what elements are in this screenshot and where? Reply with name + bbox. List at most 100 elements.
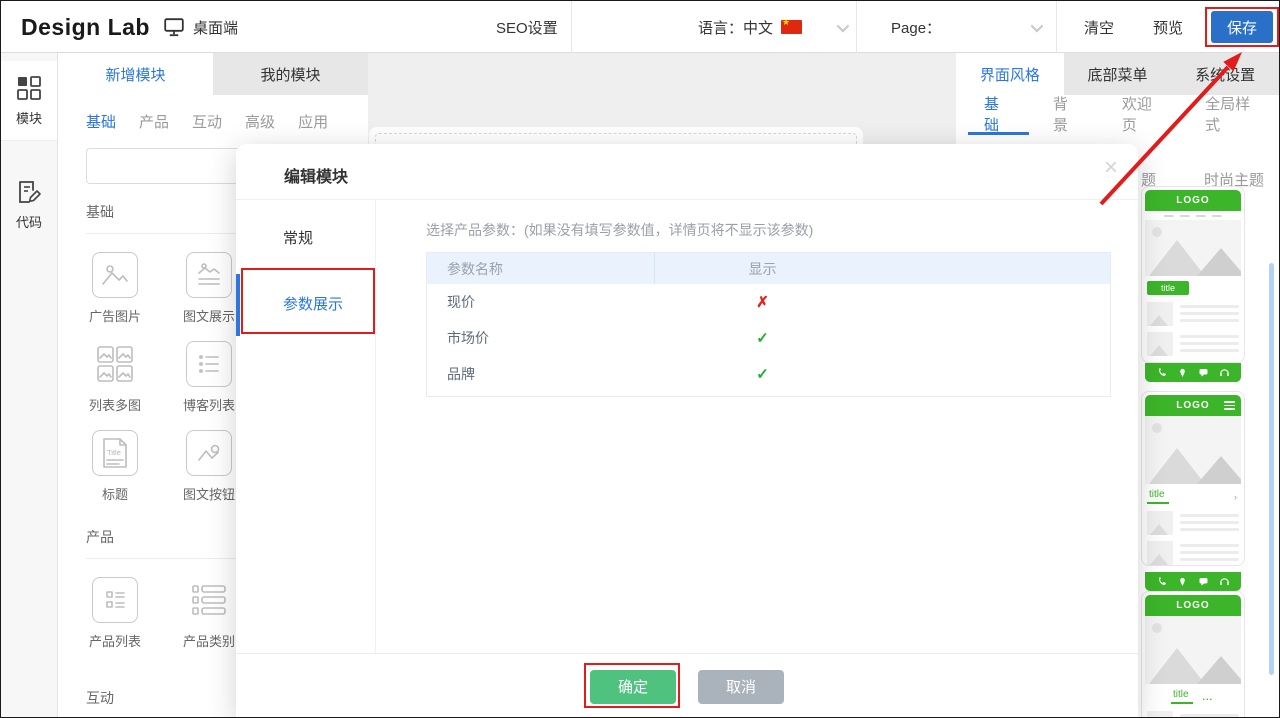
thumb-hero-image (1145, 220, 1241, 276)
module-item-label: 图文展示 (183, 306, 235, 325)
table-header-row: 参数名称 显示 (427, 253, 1110, 284)
style-sub-tabs: 基础 背景 欢迎页 全局样式 (956, 95, 1279, 135)
thumb-list-item (1145, 508, 1241, 538)
monitor-icon (164, 18, 184, 37)
subtab-background[interactable]: 背景 (1037, 95, 1098, 135)
display-toggle-mark[interactable]: ✓ (655, 329, 870, 347)
modal-body: 常规 参数展示 选择产品参数：(如果没有填写参数值，详情页将不显示该参数) 参数… (236, 200, 1138, 653)
language-chevron[interactable] (837, 1, 846, 53)
phone-icon (1156, 576, 1167, 587)
tab-bottom-menu[interactable]: 底部菜单 (1064, 53, 1172, 95)
multi-image-list-icon (96, 345, 134, 383)
category-tab-apps[interactable]: 应用 (298, 111, 328, 132)
sidebar-item-label: 模块 (16, 108, 42, 127)
category-tab-advanced[interactable]: 高级 (245, 111, 275, 132)
chat-icon (1198, 367, 1209, 378)
theme-thumbnail-2[interactable]: LOGO title › (1141, 391, 1245, 566)
category-tab-interaction[interactable]: 互动 (192, 111, 222, 132)
subtab-global-style[interactable]: 全局样式 (1189, 95, 1279, 135)
sidebar-item-label: 代码 (16, 212, 42, 231)
confirm-button[interactable]: 确定 (590, 670, 676, 704)
device-label: 桌面端 (193, 17, 238, 38)
modules-grid-icon (16, 75, 42, 101)
tab-system-settings[interactable]: 系统设置 (1171, 53, 1279, 95)
parameter-name: 现价 (427, 292, 655, 312)
parameter-hint: 选择产品参数：(如果没有填写参数值，详情页将不显示该参数) (426, 220, 1111, 240)
category-tab-product[interactable]: 产品 (139, 111, 169, 132)
module-item-title[interactable]: Title 标题 (68, 430, 162, 503)
modal-tab-parameter-display[interactable]: 参数展示 (236, 274, 375, 336)
page-selector[interactable]: Page： (891, 1, 941, 53)
module-item-label: 博客列表 (183, 395, 235, 414)
tab-interface-style[interactable]: 界面风格 (956, 53, 1064, 95)
thumb-footer-bar (1145, 363, 1241, 382)
chevron-right-icon: › (1234, 492, 1237, 502)
left-icon-sidebar: 模块 代码 (1, 53, 58, 717)
thumb-title: title (1147, 489, 1169, 504)
chat-icon (1198, 576, 1209, 587)
subtab-basic[interactable]: 基础 (968, 95, 1029, 135)
sidebar-item-modules[interactable]: 模块 (1, 61, 57, 141)
seo-settings-button[interactable]: SEO设置 (496, 1, 558, 53)
topbar-divider (856, 1, 857, 53)
display-toggle-mark[interactable]: ✓ (655, 365, 870, 383)
ad-image-icon (100, 260, 130, 290)
title-icon-text: Title (107, 448, 121, 457)
app-screen: Design Lab 桌面端 SEO设置 语言：中文 ★ Page： 清空 预览… (0, 0, 1280, 718)
phone-icon (1156, 367, 1167, 378)
module-item-label: 广告图片 (89, 306, 141, 325)
thumb-title-tag: title (1147, 281, 1189, 295)
module-item-label: 标题 (102, 484, 128, 503)
save-button[interactable]: 保存 (1211, 11, 1273, 43)
module-item-label: 产品列表 (89, 631, 141, 650)
thumb-hero-image (1145, 416, 1241, 484)
right-panel-scrollbar[interactable] (1269, 263, 1274, 675)
display-toggle-mark[interactable]: ✗ (655, 293, 870, 311)
topbar: Design Lab 桌面端 SEO设置 语言：中文 ★ Page： 清空 预览… (1, 1, 1279, 53)
table-row: 市场价 ✓ (427, 320, 1110, 356)
table-row: 品牌 ✓ (427, 356, 1110, 392)
theme-thumbnail-1[interactable]: LOGO title (1141, 186, 1245, 363)
modal-tab-general[interactable]: 常规 (236, 213, 375, 262)
thumb-logo: LOGO (1176, 195, 1209, 206)
device-switcher[interactable]: 桌面端 (164, 1, 238, 53)
module-item-ad-image[interactable]: 广告图片 (68, 252, 162, 325)
table-row: 现价 ✗ (427, 284, 1110, 320)
clear-button[interactable]: 清空 (1084, 1, 1114, 53)
language-selector[interactable]: 语言：中文 ★ (698, 1, 802, 53)
parameter-table: 参数名称 显示 现价 ✗ 市场价 ✓ 品牌 ✓ (426, 252, 1111, 397)
headset-icon (1219, 367, 1230, 378)
thumb-hero-image (1145, 616, 1241, 684)
topbar-divider (571, 1, 572, 53)
parameter-name: 市场价 (427, 328, 655, 348)
module-item-multi-image-list[interactable]: 列表多图 (68, 341, 162, 414)
thumb-list-item (1145, 299, 1241, 329)
tab-new-modules[interactable]: 新增模块 (58, 53, 213, 95)
close-icon[interactable]: × (1104, 156, 1118, 180)
chevron-down-icon (837, 19, 850, 32)
category-tab-basic[interactable]: 基础 (86, 111, 116, 132)
subtab-welcome[interactable]: 欢迎页 (1106, 95, 1181, 135)
thumb-title-row: title ... (1145, 684, 1241, 708)
module-panel-tabs: 新增模块 我的模块 (58, 53, 368, 95)
thumb-logo: LOGO (1176, 400, 1209, 411)
sidebar-item-code[interactable]: 代码 (1, 165, 57, 244)
preview-button[interactable]: 预览 (1153, 1, 1183, 53)
edit-module-modal: 编辑模块 × 常规 参数展示 选择产品参数：(如果没有填写参数值，详情页将不显示… (236, 144, 1138, 718)
headset-icon (1219, 576, 1230, 587)
thumb-logo: LOGO (1176, 600, 1209, 611)
theme-thumbnail-3[interactable]: LOGO title ... (1141, 591, 1245, 718)
tab-my-modules[interactable]: 我的模块 (213, 53, 368, 95)
modal-tab-list: 常规 参数展示 (236, 200, 376, 653)
thumb-nav-dashes (1145, 211, 1241, 220)
title-page-icon: Title (99, 436, 131, 470)
more-dots-icon: ... (1203, 692, 1214, 702)
modal-content: 选择产品参数：(如果没有填写参数值，详情页将不显示该参数) 参数名称 显示 现价… (376, 200, 1138, 653)
cancel-button[interactable]: 取消 (698, 670, 784, 704)
module-item-product-list[interactable]: 产品列表 (68, 577, 162, 650)
column-header-name: 参数名称 (427, 253, 655, 284)
page-chevron[interactable] (1031, 1, 1040, 53)
modal-title: 编辑模块 (236, 144, 1138, 187)
parameter-name: 品牌 (427, 364, 655, 384)
thumb-title: title (1171, 689, 1193, 704)
